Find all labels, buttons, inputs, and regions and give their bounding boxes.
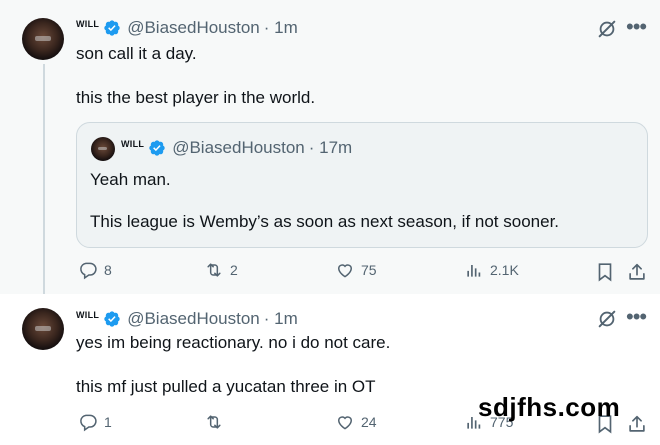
quote-text-line: This league is Wemby’s as soon as next s…: [90, 212, 560, 231]
tweet-time[interactable]: · 1m: [264, 309, 298, 329]
author-handle: @BiasedHouston: [172, 138, 305, 157]
repost-button[interactable]: 2: [204, 260, 238, 280]
tweet-actions: 8 2 75 2.1K: [0, 260, 660, 284]
more-icon[interactable]: •••: [626, 16, 647, 38]
like-button[interactable]: 24: [335, 412, 377, 432]
like-icon: [337, 416, 353, 430]
like-icon: [337, 264, 353, 278]
share-icon[interactable]: [626, 413, 648, 435]
views-button[interactable]: 2.1K: [464, 260, 519, 280]
quoted-tweet[interactable]: WILL @BiasedHouston · 17m Yeah man. This…: [76, 122, 648, 248]
tweet-header: WILL @BiasedHouston · 1m: [76, 18, 298, 38]
reply-count: 8: [104, 262, 112, 278]
author-handle[interactable]: @BiasedHouston: [127, 309, 260, 329]
avatar[interactable]: [22, 308, 64, 350]
verified-badge-icon: [104, 20, 120, 36]
tweet-time[interactable]: · 1m: [264, 18, 298, 38]
repost-button[interactable]: [204, 412, 230, 432]
repost-count: 2: [230, 262, 238, 278]
reply-count: 1: [104, 414, 112, 430]
reply-button[interactable]: 8: [78, 260, 112, 280]
more-icon[interactable]: •••: [626, 306, 647, 328]
like-count: 24: [361, 414, 377, 430]
grok-icon[interactable]: [596, 308, 618, 330]
tweet-text-line: this mf just pulled a yucatan three in O…: [76, 377, 376, 396]
author-name[interactable]: WILL: [76, 19, 99, 29]
tweet-text-line: yes im being reactionary. no i do not ca…: [76, 333, 391, 352]
tweet-time: · 17m: [308, 138, 353, 157]
reply-icon: [80, 414, 97, 432]
repost-icon: [207, 263, 221, 277]
tweet-1[interactable]: WILL @BiasedHouston · 1m ••• son call it…: [0, 0, 660, 296]
author-name[interactable]: WILL: [76, 310, 99, 320]
avatar: [91, 137, 115, 161]
reply-icon: [80, 262, 97, 280]
avatar[interactable]: [22, 18, 64, 60]
reply-button[interactable]: 1: [78, 412, 112, 432]
verified-badge-icon: [104, 311, 120, 327]
bookmark-icon[interactable]: [594, 261, 616, 283]
author-handle[interactable]: @BiasedHouston: [127, 18, 260, 38]
tweet-text-line: this the best player in the world.: [76, 88, 316, 107]
watermark: sdjfhs.com: [478, 392, 621, 422]
tweet-text-line: son call it a day.: [76, 44, 197, 63]
repost-icon: [207, 415, 221, 429]
verified-badge-icon: [149, 140, 165, 156]
tweet-header: WILL @BiasedHouston · 1m: [76, 309, 298, 329]
quote-header: WILL @BiasedHouston · 17m: [121, 138, 352, 158]
views-icon: [467, 265, 481, 277]
share-icon[interactable]: [626, 261, 648, 283]
quote-text-line: Yeah man.: [90, 170, 171, 189]
like-count: 75: [361, 262, 377, 278]
views-count: 2.1K: [490, 262, 519, 278]
like-button[interactable]: 75: [335, 260, 377, 280]
grok-icon[interactable]: [596, 18, 618, 40]
author-name: WILL: [121, 139, 145, 149]
